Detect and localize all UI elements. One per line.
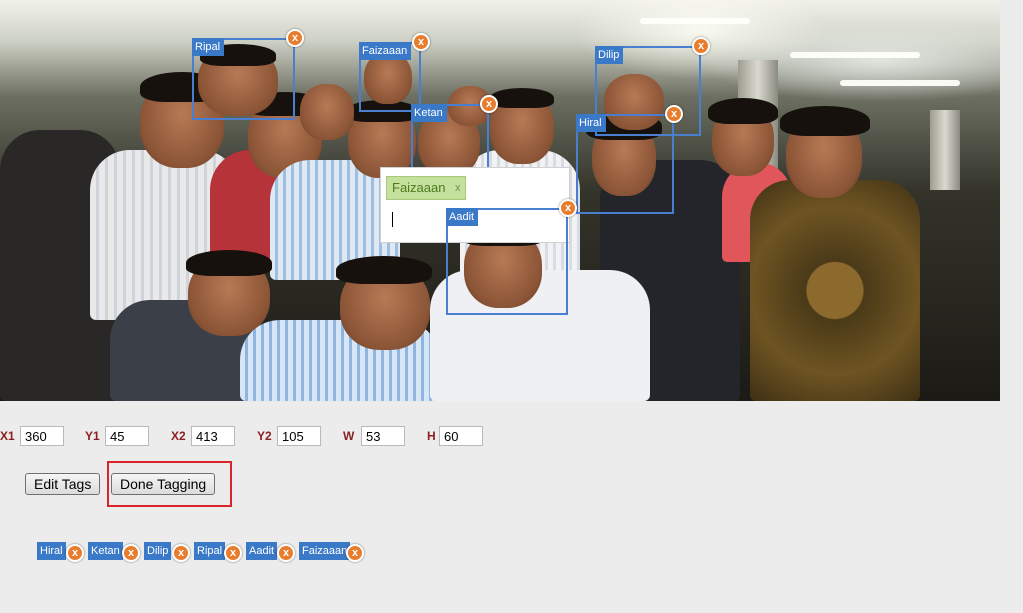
tag-list-label: Ripal	[194, 542, 226, 560]
remove-tag-icon[interactable]: x	[559, 199, 577, 217]
remove-tag-icon[interactable]: x	[412, 33, 430, 51]
edit-tags-button[interactable]: Edit Tags	[25, 473, 101, 495]
remove-tag-icon[interactable]: x	[692, 37, 710, 55]
person-hair	[708, 98, 778, 124]
pillar	[930, 110, 960, 190]
ceiling-light	[840, 80, 960, 86]
x1-field[interactable]	[20, 426, 64, 446]
coord-x1-label: X1	[0, 429, 15, 443]
remove-tag-icon[interactable]: x	[66, 544, 84, 562]
person-hair	[780, 106, 870, 136]
tag-list-label: Hiral	[37, 542, 66, 560]
h-field[interactable]	[439, 426, 483, 446]
y2-field[interactable]	[277, 426, 321, 446]
tag-list-label: Aadit	[246, 542, 278, 560]
tag-box-label: Hiral	[576, 114, 606, 132]
tag-list-item[interactable]: Hiral x	[37, 541, 84, 562]
selected-name-chip[interactable]: Faizaaan x	[386, 176, 467, 200]
tag-box-label: Dilip	[595, 46, 624, 64]
remove-tag-icon[interactable]: x	[224, 544, 242, 562]
tag-box-label: Faizaaan	[359, 42, 412, 60]
remove-tag-icon[interactable]: x	[286, 29, 304, 47]
person-hair	[336, 256, 432, 284]
tag-box-label: Aadit	[446, 208, 479, 226]
person-face	[300, 84, 354, 140]
text-caret	[392, 212, 393, 227]
tag-box-label: Ketan	[411, 104, 447, 122]
tag-box-aadit[interactable]: Aadit x	[446, 199, 577, 315]
tag-list-item[interactable]: Ripal x	[194, 541, 242, 562]
chip-label: Faizaaan	[392, 180, 446, 195]
coord-x2-label: X2	[171, 429, 186, 443]
remove-tag-icon[interactable]: x	[346, 544, 364, 562]
person-hair	[186, 250, 272, 276]
remove-tag-icon[interactable]: x	[277, 544, 295, 562]
coord-h-label: H	[427, 429, 436, 443]
done-tagging-button[interactable]: Done Tagging	[111, 473, 216, 495]
person-hair	[490, 88, 554, 108]
tag-box-label: Ripal	[192, 38, 225, 56]
tag-list-item[interactable]: Faizaaan x	[299, 541, 364, 562]
coord-w-label: W	[343, 429, 355, 443]
tag-box-faizaaan[interactable]: Faizaaan x	[359, 33, 430, 112]
tag-list-item[interactable]: Aadit x	[246, 541, 295, 562]
ceiling-light	[640, 18, 750, 24]
tag-list-item[interactable]: Dilip x	[144, 541, 190, 562]
ceiling-light	[790, 52, 920, 58]
w-field[interactable]	[361, 426, 405, 446]
person-figure	[750, 180, 920, 401]
chip-remove-icon[interactable]: x	[455, 177, 461, 199]
x2-field[interactable]	[191, 426, 235, 446]
group-photo[interactable]: Ripal x Faizaaan x Dilip x Ketan x Hiral…	[0, 0, 1000, 401]
remove-tag-icon[interactable]: x	[122, 544, 140, 562]
remove-tag-icon[interactable]: x	[172, 544, 190, 562]
remove-tag-icon[interactable]: x	[480, 95, 498, 113]
tag-list-item[interactable]: Ketan x	[88, 541, 140, 562]
coord-y1-label: Y1	[85, 429, 100, 443]
y1-field[interactable]	[105, 426, 149, 446]
tag-list-label: Ketan	[88, 542, 123, 560]
remove-tag-icon[interactable]: x	[665, 105, 683, 123]
tag-list-label: Faizaaan	[299, 542, 351, 560]
coord-y2-label: Y2	[257, 429, 272, 443]
tag-box-hiral[interactable]: Hiral x	[576, 105, 683, 214]
tag-list-label: Dilip	[144, 542, 172, 560]
tag-box-ripal[interactable]: Ripal x	[192, 29, 304, 120]
